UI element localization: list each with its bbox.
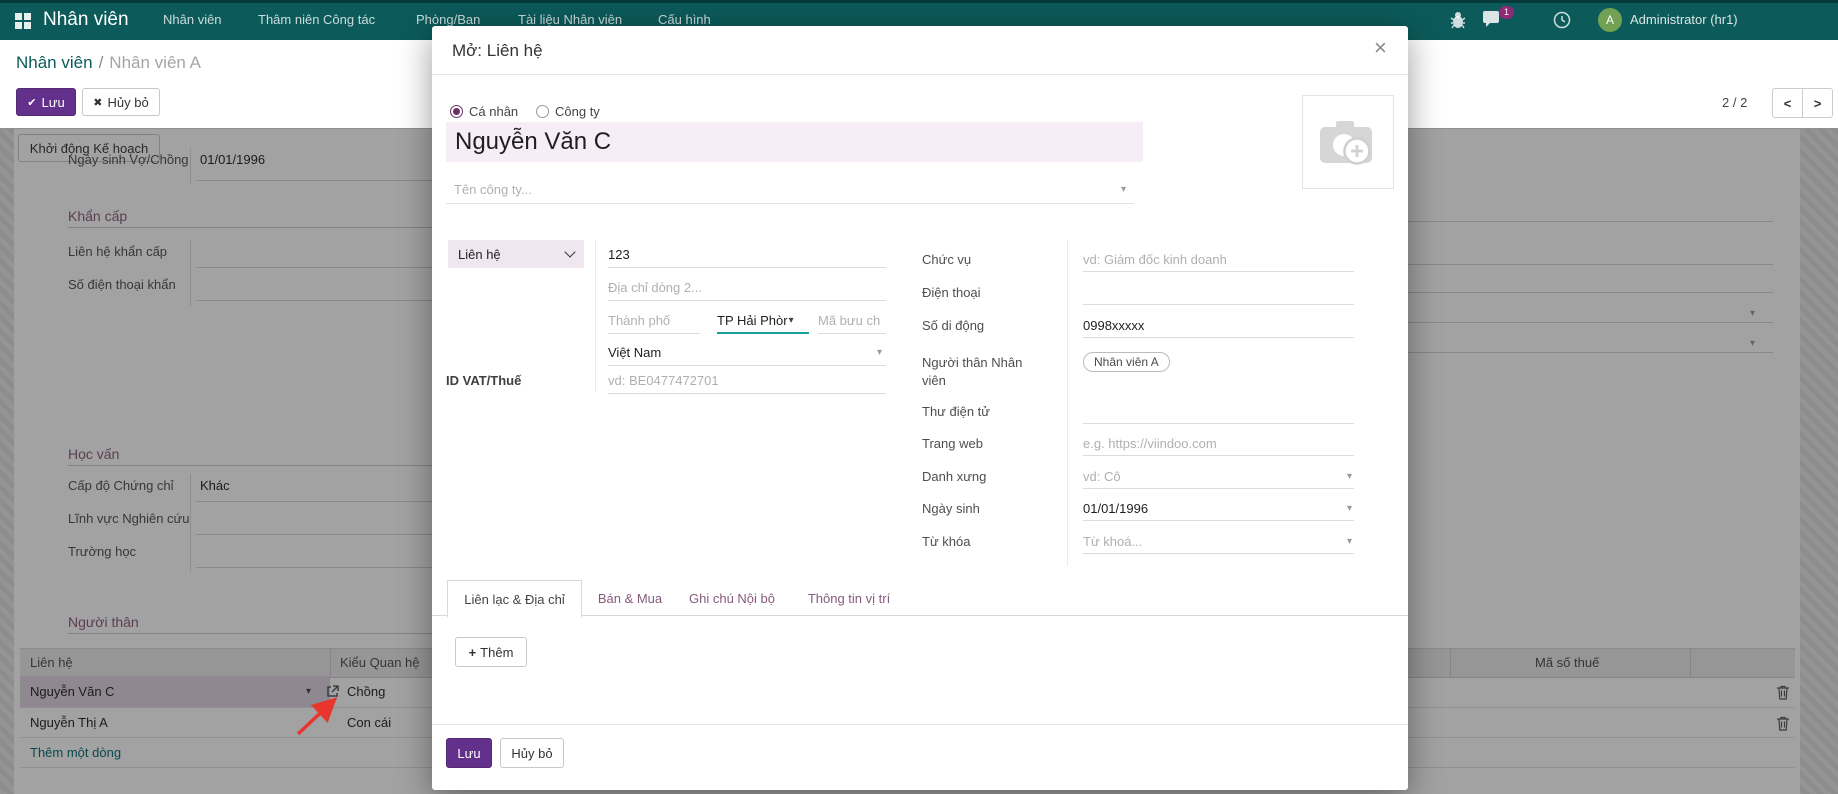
- tags-input[interactable]: Từ khoá... ▾: [1083, 529, 1354, 554]
- vat-input[interactable]: vd: BE0477472701: [608, 368, 886, 394]
- country-select[interactable]: Việt Nam ▾: [608, 340, 886, 366]
- name-input[interactable]: Nguyễn Văn C: [446, 122, 1143, 162]
- relative-employee-label: Người thân Nhân viên: [922, 354, 1040, 390]
- type-company-option[interactable]: Công ty: [536, 104, 600, 119]
- bug-icon[interactable]: [1449, 10, 1467, 30]
- chevron-left-icon[interactable]: <: [1772, 88, 1803, 118]
- zip-placeholder: Mã bưu ch: [818, 313, 880, 328]
- chevron-down-icon[interactable]: ▾: [1347, 536, 1352, 547]
- discard-button[interactable]: ✖Hủy bỏ: [82, 88, 160, 116]
- tab-contacts-addresses[interactable]: Liên lạc & Địa chỉ: [447, 580, 582, 618]
- chevron-right-icon[interactable]: >: [1802, 88, 1833, 118]
- chevron-down-icon[interactable]: ▾: [789, 315, 794, 326]
- tab-sales-purchase[interactable]: Bán & Mua: [595, 580, 665, 616]
- phone-input[interactable]: [1083, 280, 1354, 305]
- relative-employee-field[interactable]: Nhân viên A: [1083, 352, 1170, 372]
- chevron-down-icon[interactable]: ▾: [1121, 184, 1126, 195]
- radio-selected-icon[interactable]: [450, 105, 463, 118]
- pager-counter: 2 / 2: [1722, 95, 1747, 110]
- clock-icon[interactable]: [1553, 11, 1571, 29]
- type-individual-option[interactable]: Cá nhân: [450, 104, 518, 119]
- job-input[interactable]: vd: Giám đốc kinh doanh: [1083, 247, 1354, 272]
- add-contact-button[interactable]: +Thêm: [455, 637, 527, 667]
- tags-placeholder: Từ khoá...: [1083, 534, 1142, 549]
- window-top-edge: [0, 0, 1838, 3]
- radio-unselected-icon[interactable]: [536, 105, 549, 118]
- modal-save-button[interactable]: Lưu: [446, 738, 492, 768]
- nav-item-seniority[interactable]: Thâm niên Công tác: [258, 12, 375, 27]
- close-icon[interactable]: ×: [1374, 38, 1387, 58]
- check-icon: ✔: [27, 96, 36, 109]
- save-button[interactable]: ✔Lưu: [16, 88, 76, 116]
- mobile-label: Số di động: [922, 318, 984, 333]
- app-window: Nhân viên Nhân viên Thâm niên Công tác P…: [0, 0, 1838, 794]
- street-input[interactable]: 123: [608, 242, 886, 268]
- tags-label: Từ khóa: [922, 534, 970, 549]
- type-company-label: Công ty: [555, 104, 600, 119]
- state-select[interactable]: TP Hải Phòr ▾: [717, 308, 809, 334]
- birthdate-label: Ngày sinh: [922, 501, 980, 516]
- nav-item-settings[interactable]: Cấu hình: [658, 12, 711, 27]
- employee-tag[interactable]: Nhân viên A: [1083, 352, 1170, 372]
- apps-grid-icon[interactable]: [15, 13, 31, 29]
- chevron-down-icon[interactable]: ▾: [1347, 503, 1352, 514]
- breadcrumb-parent[interactable]: Nhân viên: [16, 53, 93, 72]
- street2-placeholder: Địa chỉ dòng 2...: [608, 280, 702, 295]
- plus-icon: +: [469, 645, 477, 660]
- zip-input[interactable]: Mã bưu ch: [818, 308, 886, 334]
- company-placeholder: Tên công ty...: [454, 182, 532, 197]
- modal-discard-button[interactable]: Hủy bỏ: [500, 738, 564, 768]
- nav-item-departments[interactable]: Phòng/Ban: [416, 12, 480, 27]
- website-placeholder: e.g. https://viindoo.com: [1083, 436, 1217, 451]
- email-input[interactable]: [1083, 399, 1354, 424]
- vat-placeholder: vd: BE0477472701: [608, 373, 719, 388]
- breadcrumb: Nhân viên / Nhân viên A: [16, 53, 201, 73]
- select-caret-icon: [564, 246, 575, 257]
- pager: < >: [1772, 88, 1833, 118]
- title-label: Danh xưng: [922, 469, 986, 484]
- contact-modal: Mở: Liên hệ × Cá nhân Công ty Nguyễn Văn…: [432, 26, 1408, 790]
- tab-internal-notes[interactable]: Ghi chú Nội bộ: [684, 580, 780, 616]
- nav-item-documents[interactable]: Tài liệu Nhân viên: [518, 12, 622, 27]
- user-avatar[interactable]: A: [1598, 8, 1622, 32]
- job-label: Chức vụ: [922, 252, 971, 267]
- address-type-select[interactable]: Liên hệ: [448, 240, 584, 268]
- user-menu[interactable]: Administrator (hr1): [1630, 12, 1738, 27]
- birthdate-input[interactable]: 01/01/1996 ▾: [1083, 496, 1354, 521]
- email-label: Thư điện tử: [922, 404, 990, 419]
- x-icon: ✖: [93, 96, 102, 109]
- city-placeholder: Thành phố: [608, 313, 670, 328]
- app-brand[interactable]: Nhân viên: [43, 9, 129, 31]
- city-input[interactable]: Thành phố: [608, 308, 700, 334]
- photo-upload[interactable]: [1302, 95, 1394, 189]
- vat-label: ID VAT/Thuế: [446, 373, 521, 388]
- type-individual-label: Cá nhân: [469, 104, 518, 119]
- camera-icon: [1317, 117, 1379, 167]
- tab-position-info[interactable]: Thông tin vị trí: [804, 580, 894, 616]
- nav-item-employees[interactable]: Nhân viên: [163, 12, 222, 27]
- title-select[interactable]: vd: Cô ▾: [1083, 464, 1354, 489]
- breadcrumb-separator: /: [99, 53, 104, 72]
- title-placeholder: vd: Cô: [1083, 469, 1121, 484]
- mobile-input[interactable]: 0998xxxxx: [1083, 313, 1354, 338]
- job-placeholder: vd: Giám đốc kinh doanh: [1083, 252, 1227, 267]
- notification-badge: 1: [1499, 6, 1514, 19]
- breadcrumb-current: Nhân viên A: [109, 53, 201, 72]
- chevron-down-icon[interactable]: ▾: [877, 347, 882, 358]
- website-input[interactable]: e.g. https://viindoo.com: [1083, 431, 1354, 456]
- website-label: Trang web: [922, 436, 983, 451]
- phone-label: Điện thoại: [922, 285, 981, 300]
- company-input[interactable]: Tên công ty... ▾: [446, 176, 1134, 204]
- modal-title: Mở: Liên hệ: [452, 41, 543, 61]
- chevron-down-icon[interactable]: ▾: [1347, 471, 1352, 482]
- street2-input[interactable]: Địa chỉ dòng 2...: [608, 275, 886, 301]
